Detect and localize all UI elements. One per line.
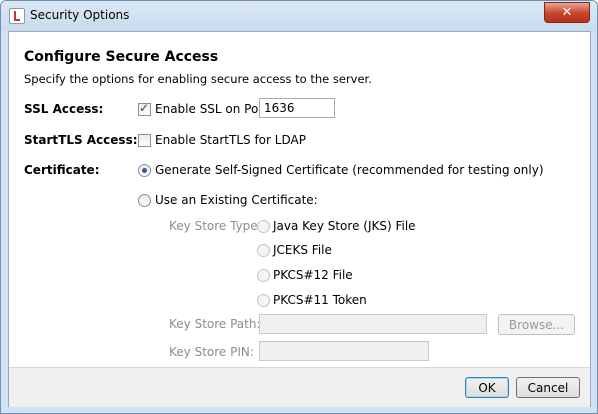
page-subtitle: Specify the options for enabling secure … — [24, 72, 372, 86]
key-store-type-label: Key Store Type: — [169, 219, 262, 233]
enable-ssl-checkbox[interactable] — [138, 101, 151, 116]
cancel-button[interactable]: Cancel — [516, 377, 580, 398]
security-options-window: Security Options ✕ Configure Secure Acce… — [0, 0, 598, 414]
window-title: Security Options — [30, 8, 130, 22]
key-store-path-label: Key Store Path: — [169, 317, 261, 331]
enable-ssl-label: Enable SSL on Port: — [155, 102, 273, 116]
self-signed-label: Generate Self-Signed Certificate (recomm… — [155, 163, 544, 177]
ssl-access-label: SSL Access: — [24, 102, 104, 116]
enable-starttls-label: Enable StartTLS for LDAP — [155, 133, 306, 147]
app-icon — [9, 8, 25, 24]
keystore-type-jceks-radio[interactable] — [257, 244, 270, 257]
keystore-type-pkcs12-label: PKCS#12 File — [273, 268, 353, 282]
key-store-pin-label: Key Store PIN: — [169, 345, 254, 359]
certificate-label: Certificate: — [24, 163, 100, 177]
keystore-type-jceks-label: JCEKS File — [273, 243, 332, 257]
ssl-port-field[interactable]: 1636 — [259, 98, 335, 118]
dialog-footer: OK Cancel — [9, 367, 590, 407]
key-store-path-field[interactable] — [259, 314, 487, 334]
dialog-content: Configure Secure Access Specify the opti… — [8, 31, 591, 407]
keystore-type-pkcs11-label: PKCS#11 Token — [273, 293, 367, 307]
close-button[interactable]: ✕ — [544, 2, 590, 23]
existing-certificate-radio[interactable] — [138, 194, 151, 207]
ok-button[interactable]: OK — [465, 377, 509, 398]
title-bar: Security Options ✕ — [1, 1, 597, 31]
keystore-type-pkcs11-radio[interactable] — [257, 294, 270, 307]
keystore-type-jks-radio[interactable] — [257, 220, 270, 233]
existing-certificate-label: Use an Existing Certificate: — [155, 193, 318, 207]
browse-button[interactable]: Browse... — [498, 314, 575, 335]
self-signed-radio[interactable] — [138, 164, 151, 177]
page-title: Configure Secure Access — [24, 49, 219, 65]
keystore-type-jks-label: Java Key Store (JKS) File — [273, 219, 416, 233]
close-icon: ✕ — [561, 5, 573, 20]
key-store-pin-field[interactable] — [259, 341, 429, 361]
enable-starttls-checkbox[interactable] — [138, 134, 151, 147]
keystore-type-pkcs12-radio[interactable] — [257, 269, 270, 282]
starttls-access-label: StartTLS Access: — [24, 133, 138, 147]
